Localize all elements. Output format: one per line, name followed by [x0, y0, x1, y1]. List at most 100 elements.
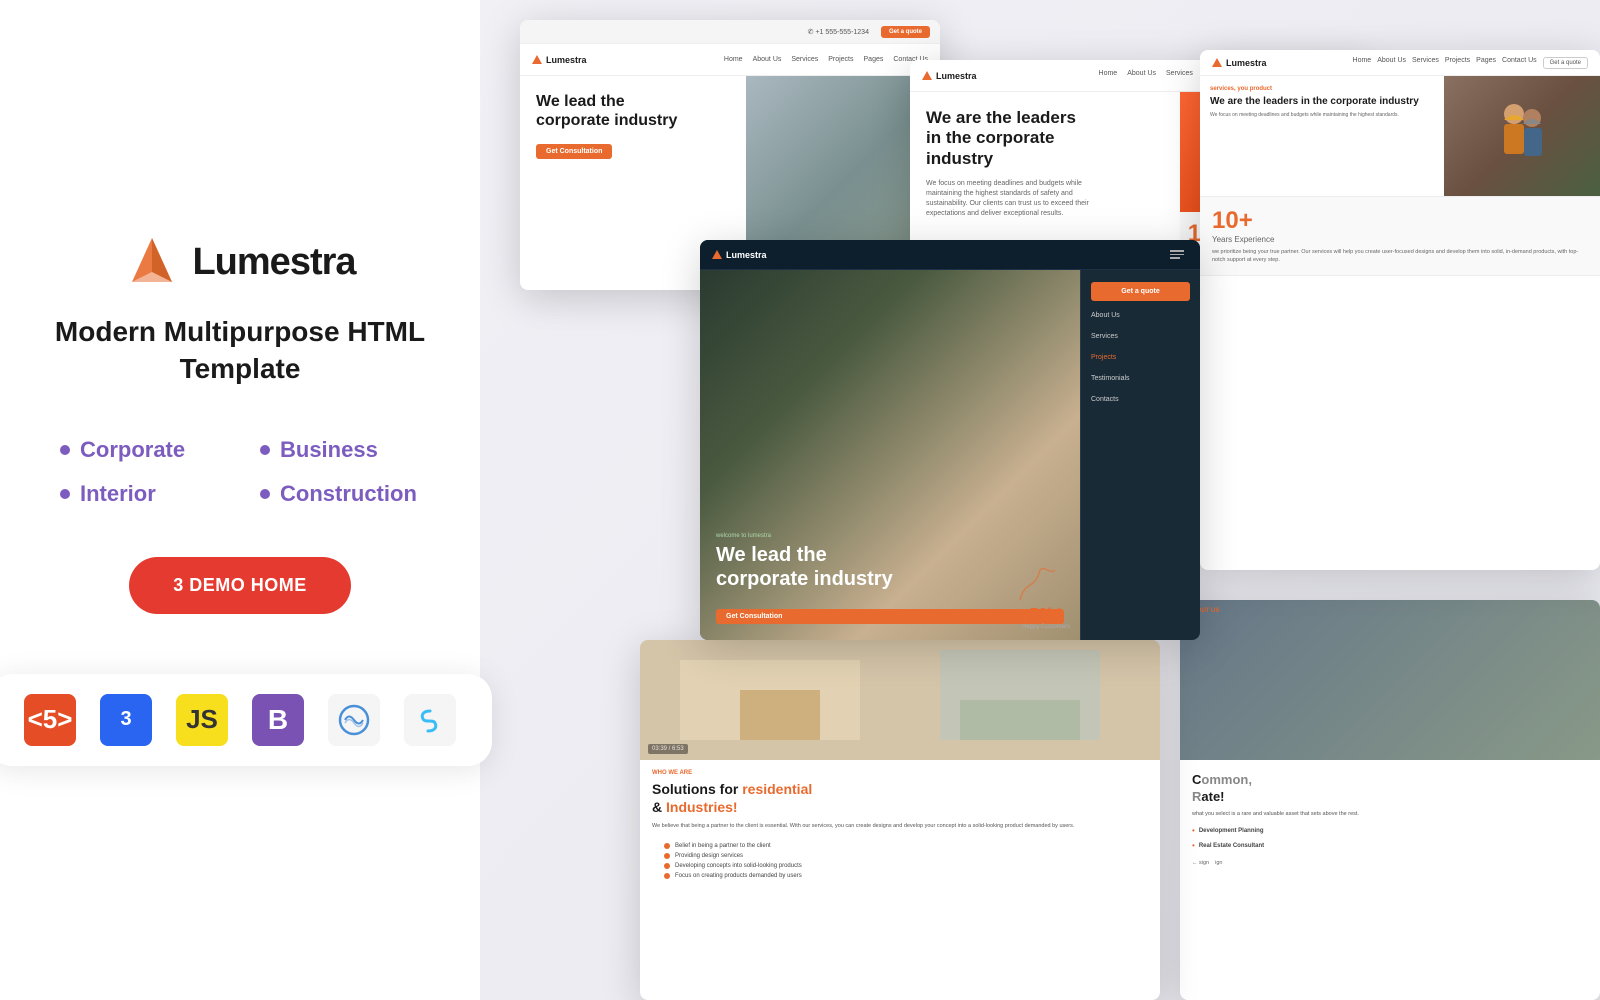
mock-top-nav: ✆ +1 555-555-1234 Get a quote [520, 20, 940, 44]
mock-logo-triangle-1 [532, 55, 542, 64]
mock-right-hero: services, you product We are the leaders… [1200, 76, 1600, 196]
mock-dark-sidebar: Get a quote About Us Services Projects T… [1080, 270, 1200, 640]
mockup-bottom-right: About Us Common, Rate! what you select i… [1180, 600, 1600, 1000]
mock-check-3: Developing concepts into solid-looking p… [664, 863, 1136, 869]
mock-right-logo-triangle [1212, 58, 1222, 67]
mock-check-1: Belief in being a partner to the client [664, 843, 1136, 849]
mock-right-title: We are the leaders in the corporate indu… [1210, 95, 1434, 108]
check-dot-1 [664, 843, 670, 849]
mock-right-years: 10+ [1212, 207, 1588, 235]
tech-icons-container: <5> 3 JS B [0, 674, 492, 766]
mock-br-img: About Us [1180, 600, 1600, 760]
sass-icon [328, 694, 380, 746]
mock-sidebar-contacts: Contacts [1091, 393, 1190, 406]
mockup-dark-interior: Lumestra welcome to lumestra We lead the… [700, 240, 1200, 640]
feature-business: Business [260, 437, 420, 463]
mockup-construction: Lumestra Home About Us Services Projects… [1200, 50, 1600, 570]
bootstrap-icon: B [252, 694, 304, 746]
mock-hero-title-2: We are the leaders in the corporate indu… [926, 108, 1086, 169]
logo-area: Lumestra [124, 234, 355, 290]
mock-hero-sub-2: We focus on meeting deadlines and budget… [926, 179, 1106, 218]
css3-icon: 3 [100, 694, 152, 746]
mock-check-2: Providing design services [664, 853, 1136, 859]
mock-right-quote: Get a quote [1543, 57, 1588, 69]
mock-nav-pages: Pages [864, 56, 884, 63]
bullet-interior [60, 489, 70, 499]
mock-dark-hero-bg: welcome to lumestra We lead the corporat… [700, 270, 1080, 640]
mock-right-img [1444, 76, 1600, 196]
mock-sidebar-projects: Projects [1091, 351, 1190, 364]
mock-dark-stat: 50k* Happy Customers [1022, 606, 1070, 630]
mock-br-list: • Development Planning • Real Estate Con… [1192, 826, 1588, 850]
mockup-bottom-interior: 03:39 / 6:53 who we are Solutions for re… [640, 640, 1160, 1000]
check-dot-4 [664, 873, 670, 879]
mock-checklist: Belief in being a partner to the client … [652, 837, 1148, 885]
tailwind-icon [404, 694, 456, 746]
mock-dark-logo-label: Lumestra [726, 250, 767, 260]
mock-sidebar-about: About Us [1091, 309, 1190, 322]
mock-who-we-are: who we are [652, 770, 1148, 776]
mock-hamburger-icon [1166, 246, 1188, 263]
mock-logo-label-2: Lumestra [936, 71, 977, 81]
mock-dark-cta: Get Consultation [716, 609, 1064, 624]
tagline: Modern Multipurpose HTML Template [40, 314, 440, 387]
mock-sidebar-quote-btn: Get a quote [1091, 282, 1190, 301]
mock-hero-title-1: We lead the corporate industry [536, 92, 696, 130]
feature-interior: Interior [60, 481, 220, 507]
right-panel: ✆ +1 555-555-1234 Get a quote Lumestra H… [480, 0, 1600, 1000]
mock-logo-2: Lumestra [922, 71, 977, 81]
mock-right-hero-text: services, you product We are the leaders… [1200, 76, 1444, 196]
mock-dark-hero-title: We lead the corporate industry [716, 543, 916, 591]
mock-nav-home: Home [724, 56, 743, 63]
mock-nav-links-1: Home About Us Services Projects Pages Co… [724, 56, 928, 63]
mock-nav-services: Services [791, 56, 818, 63]
mock-right-logo: Lumestra [1212, 58, 1267, 68]
mock-bottom-img: 03:39 / 6:53 [640, 640, 1160, 760]
mock-solutions-desc: We believe that being a partner to the c… [652, 822, 1148, 830]
mock-dark-nav: Lumestra [700, 240, 1200, 270]
mock-right-desc: we prioritize being your true partner. O… [1212, 248, 1588, 265]
mock-nav-projects: Projects [828, 56, 853, 63]
logo-text: Lumestra [192, 241, 355, 284]
javascript-icon: JS [176, 694, 228, 746]
mock-timestamp: 03:39 / 6:53 [648, 744, 688, 754]
mock-sidebar-services: Services [1091, 330, 1190, 343]
mock-nav-about: About Us [753, 56, 782, 63]
mock-br-content: Common, Rate! what you select is a rare … [1180, 760, 1600, 878]
check-dot-2 [664, 853, 670, 859]
mock-br-item-1: • Development Planning [1192, 826, 1588, 835]
bullet-construction [260, 489, 270, 499]
mock-solutions-title: Solutions for residential& Industries! [652, 780, 1148, 816]
mock-sidebar-testimonials: Testimonials [1091, 372, 1190, 385]
mock-dark-logo: Lumestra [712, 250, 767, 260]
mock-right-sub: We focus on meeting deadlines and budget… [1210, 112, 1434, 119]
mock-right-nav-links: Home About Us Services Projects Pages Co… [1353, 57, 1588, 69]
mock-phone: ✆ +1 555-555-1234 [808, 28, 869, 36]
mock-cta-1: Get Consultation [536, 144, 612, 159]
mock-welcome-label: welcome to lumestra [716, 533, 1064, 539]
mock-nav-1: Lumestra Home About Us Services Projects… [520, 44, 940, 76]
logo-icon [124, 234, 180, 290]
mock-dark-logo-triangle [712, 250, 722, 259]
mock-dark-hero-area: welcome to lumestra We lead the corporat… [700, 270, 1080, 640]
mock-solutions-area: who we are Solutions for residential& In… [640, 760, 1160, 895]
feature-construction: Construction [260, 481, 420, 507]
mock-br-item-2: • Real Estate Consultant [1192, 841, 1588, 850]
mock-logo-triangle-2 [922, 71, 932, 80]
mock-right-nav: Lumestra Home About Us Services Projects… [1200, 50, 1600, 76]
mock-stats-row: 10+ Years Experience we prioritize being… [1200, 196, 1600, 276]
mock-dark-layout: welcome to lumestra We lead the corporat… [700, 270, 1200, 640]
html5-icon: <5> [24, 694, 76, 746]
mock-br-desc: what you select is a rare and valuable a… [1192, 810, 1588, 818]
mock-right-logo-label: Lumestra [1226, 58, 1267, 68]
mock-br-nav-links: ← sign ign [1192, 860, 1588, 866]
demo-home-button[interactable]: 3 DEMO HOME [129, 557, 351, 614]
mock-get-quote-btn-1: Get a quote [881, 26, 930, 38]
bullet-business [260, 445, 270, 455]
mock-logo-label-1: Lumestra [546, 55, 587, 65]
bullet-corporate [60, 445, 70, 455]
left-panel: Lumestra Modern Multipurpose HTML Templa… [0, 0, 480, 1000]
check-dot-3 [664, 863, 670, 869]
features-grid: Corporate Business Interior Construction [40, 437, 440, 507]
feature-corporate: Corporate [60, 437, 220, 463]
